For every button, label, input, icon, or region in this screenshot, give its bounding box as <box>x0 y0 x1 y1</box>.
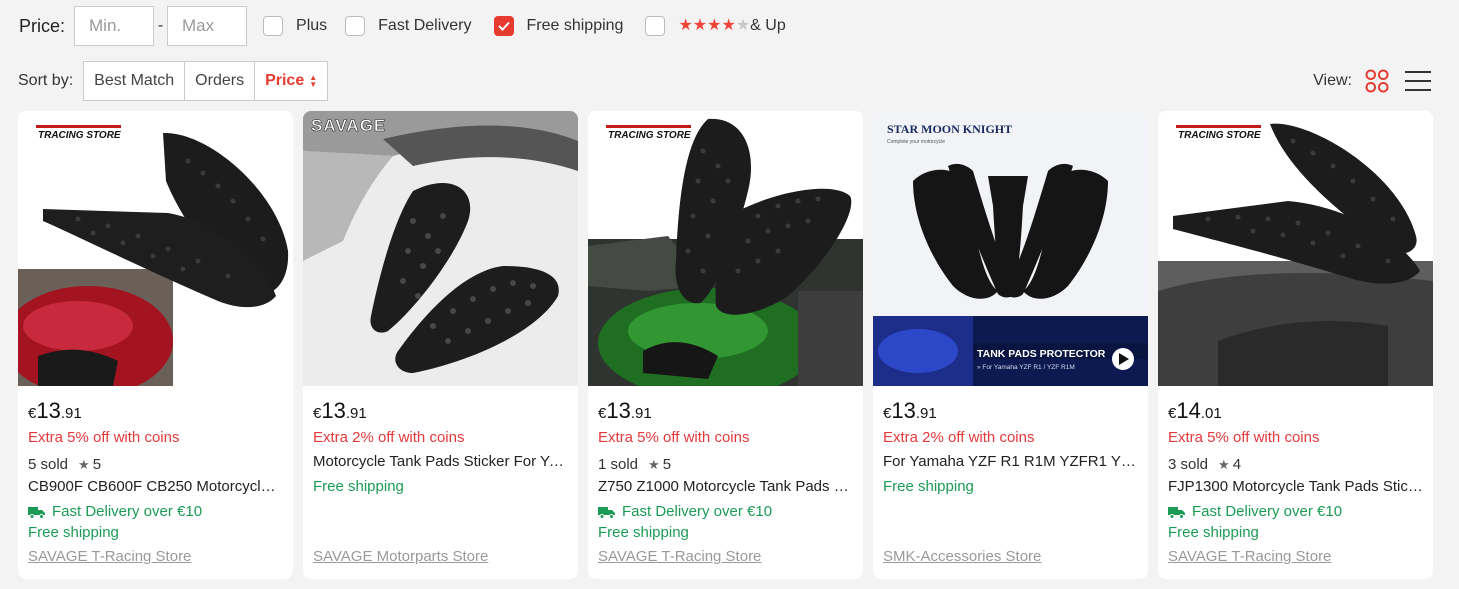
product-image[interactable]: STAR MOON KNIGHT Complete your motorcycl… <box>873 111 1148 386</box>
brand-logo: TRACING STORE <box>1178 130 1261 141</box>
free-shipping-checkbox[interactable] <box>493 16 514 36</box>
brand-logo: TRACING STORE <box>608 130 691 141</box>
store-link[interactable]: SAVAGE T-Racing Store <box>1168 548 1331 566</box>
product-image[interactable]: TRACING STORE <box>1158 111 1433 386</box>
star-icon: ★ <box>707 17 722 34</box>
rating-value: 4 <box>1232 456 1242 473</box>
rating-value: 5 <box>662 456 672 473</box>
fast-delivery-badge: Fast Delivery over €10 <box>598 503 853 521</box>
rating-filter[interactable]: ★ ★ ★ ★ ★ & Up <box>645 16 786 36</box>
view-switcher: View: <box>1313 64 1431 98</box>
sort-arrows-icon: ▲ ▼ <box>309 73 318 89</box>
brand-logo: TRACING STORE <box>38 130 121 141</box>
coin-promo: Extra 5% off with coins <box>28 429 180 446</box>
free-shipping-text: Free shipping <box>598 524 689 541</box>
sort-orders[interactable]: Orders <box>185 62 256 100</box>
product-price: €13.91 <box>883 398 937 423</box>
sold-count: 3 sold <box>1168 456 1209 473</box>
product-grid: TRACING STORE €13.91 Extra 5% off with c… <box>18 111 1433 579</box>
product-title[interactable]: For Yamaha YZF R1 R1M YZFR1 YZF-R1 Tank … <box>883 453 1138 471</box>
product-title[interactable]: CB900F CB600F CB250 Motorcycle Tank Pads <box>28 478 283 496</box>
product-title[interactable]: Motorcycle Tank Pads Sticker For Yamaha <box>313 453 568 471</box>
product-price: €14.01 <box>1168 398 1222 423</box>
grid-view-icon[interactable] <box>1365 69 1389 93</box>
product-image[interactable]: TRACING STORE <box>588 111 863 386</box>
product-card[interactable]: TRACING STORE €14.01 Extra 5% off with c… <box>1158 111 1433 579</box>
sort-price[interactable]: Price ▲ ▼ <box>255 62 327 100</box>
free-shipping-text: Free shipping <box>1168 524 1259 541</box>
product-price: €13.91 <box>313 398 367 423</box>
price-separator: - <box>157 17 164 34</box>
free-shipping-text: Free shipping <box>883 478 974 495</box>
sort-options: Best Match Orders Price ▲ ▼ <box>83 61 329 101</box>
star-icon: ★ <box>721 17 736 34</box>
free-shipping-label: Free shipping <box>526 17 624 34</box>
product-image[interactable]: SAVAGE <box>303 111 578 386</box>
truck-icon <box>598 507 615 519</box>
store-link[interactable]: SAVAGE T-Racing Store <box>28 548 191 566</box>
free-shipping-filter[interactable]: Free shipping <box>493 16 624 36</box>
sort-price-label: Price <box>265 72 305 89</box>
min-price-input[interactable] <box>74 6 155 46</box>
plus-checkbox[interactable] <box>263 16 284 36</box>
rating-star-icon: ★ <box>1218 457 1230 472</box>
product-title[interactable]: Z750 Z1000 Motorcycle Tank Pads Sticker <box>598 478 853 496</box>
sold-count: 5 sold <box>28 456 69 473</box>
product-image[interactable]: TRACING STORE <box>18 111 293 386</box>
rating-suffix: & Up <box>750 17 786 34</box>
star-icon: ★ <box>692 17 708 34</box>
product-title[interactable]: FJP1300 Motorcycle Tank Pads Sticker <box>1168 478 1423 496</box>
free-shipping-text: Free shipping <box>313 478 404 495</box>
star-empty-icon: ★ <box>735 17 751 34</box>
view-label: View: <box>1313 72 1352 89</box>
sold-count: 1 sold <box>598 456 639 473</box>
fast-delivery-badge: Fast Delivery over €10 <box>28 503 283 521</box>
plus-label: Plus <box>296 17 328 34</box>
sort-best-match[interactable]: Best Match <box>84 62 186 100</box>
image-banner-title: TANK PADS PROTECTOR <box>977 348 1106 360</box>
coin-promo: Extra 2% off with coins <box>313 429 465 446</box>
price-label: Price: <box>19 15 66 36</box>
sort-bar: Sort by: Best Match Orders Price ▲ ▼ <box>18 61 329 101</box>
rating-stars: ★ ★ ★ ★ ★ & Up <box>678 17 785 35</box>
brand-logo: STAR MOON KNIGHT <box>887 122 1012 136</box>
list-view-icon[interactable] <box>1405 70 1431 92</box>
product-card[interactable]: STAR MOON KNIGHT Complete your motorcycl… <box>873 111 1148 579</box>
store-link[interactable]: SAVAGE Motorparts Store <box>313 548 488 566</box>
truck-icon <box>1168 507 1185 519</box>
truck-icon <box>28 507 45 519</box>
star-icon: ★ <box>678 17 693 34</box>
store-link[interactable]: SAVAGE T-Racing Store <box>598 548 761 566</box>
brand-logo: SAVAGE <box>311 116 386 135</box>
coin-promo: Extra 5% off with coins <box>598 429 750 446</box>
coin-promo: Extra 2% off with coins <box>883 429 1035 446</box>
max-price-input[interactable] <box>167 6 248 46</box>
filter-bar: Price: - Plus Fast Delivery Free shippin… <box>19 6 786 46</box>
plus-filter[interactable]: Plus <box>263 16 327 36</box>
rating-checkbox[interactable] <box>645 16 666 36</box>
rating-star-icon: ★ <box>78 457 90 472</box>
sales-meta: 3 sold ★ 4 <box>1168 456 1423 473</box>
product-price: €13.91 <box>598 398 652 423</box>
product-price: €13.91 <box>28 398 82 423</box>
rating-value: 5 <box>92 456 102 473</box>
sort-label: Sort by: <box>18 72 74 89</box>
brand-tagline: Complete your motorcycle <box>887 139 945 145</box>
coin-promo: Extra 5% off with coins <box>1168 429 1320 446</box>
fast-delivery-label: Fast Delivery <box>378 17 472 34</box>
product-card[interactable]: TRACING STORE €13.91 Extra 5% off with c… <box>18 111 293 579</box>
sales-meta: 1 sold ★ 5 <box>598 456 853 473</box>
checkmark-icon <box>497 21 510 31</box>
sales-meta: 5 sold ★ 5 <box>28 456 283 473</box>
fast-delivery-checkbox[interactable] <box>345 16 366 36</box>
store-link[interactable]: SMK-Accessories Store <box>883 548 1041 566</box>
product-card[interactable]: SAVAGE €13.91 Extra 2% off with coins Mo… <box>303 111 578 579</box>
fast-delivery-badge: Fast Delivery over €10 <box>1168 503 1423 521</box>
product-card[interactable]: TRACING STORE €13.91 Extra 5% off with c… <box>588 111 863 579</box>
rating-star-icon: ★ <box>648 457 660 472</box>
fast-delivery-filter[interactable]: Fast Delivery <box>345 16 472 36</box>
image-banner-subtitle: » For Yamaha YZF R1 / YZF R1M <box>977 364 1075 371</box>
free-shipping-text: Free shipping <box>28 524 119 541</box>
